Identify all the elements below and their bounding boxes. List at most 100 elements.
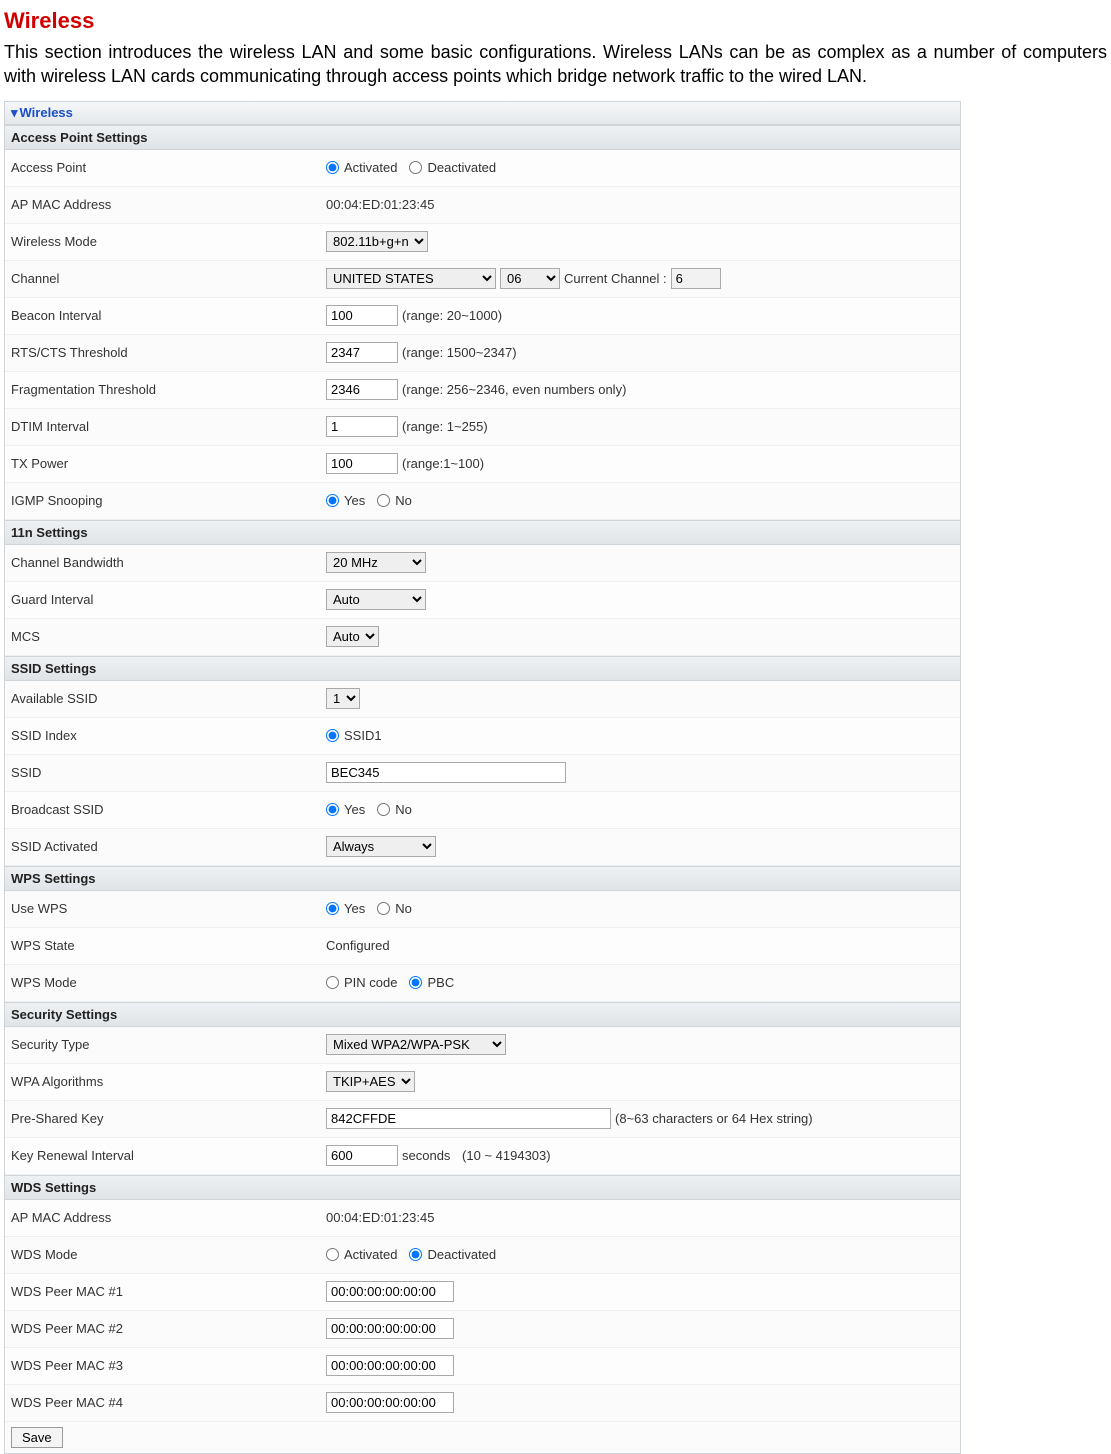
label-wds-peer3: WDS Peer MAC #3 [11, 1358, 326, 1373]
input-frag[interactable] [326, 379, 398, 400]
label-channel: Channel [11, 271, 326, 286]
radio-igmp-yes-input[interactable] [326, 494, 339, 507]
row-access-point: Access Point Activated Deactivated [5, 150, 960, 187]
value-wps-state: Configured [326, 938, 390, 953]
radio-igmp-no[interactable]: No [377, 493, 412, 508]
label-dtim: DTIM Interval [11, 419, 326, 434]
label-sec-type: Security Type [11, 1037, 326, 1052]
row-wpa-alg: WPA Algorithms TKIP+AES [5, 1064, 960, 1101]
panel-title: Wireless [20, 105, 73, 120]
row-wireless-mode: Wireless Mode 802.11b+g+n [5, 224, 960, 261]
select-mcs[interactable]: Auto [326, 626, 379, 647]
row-use-wps: Use WPS Yes No [5, 891, 960, 928]
label-psk: Pre-Shared Key [11, 1111, 326, 1126]
row-avail-ssid: Available SSID 1 [5, 681, 960, 718]
select-gi[interactable]: Auto [326, 589, 426, 610]
input-key-renewal[interactable] [326, 1145, 398, 1166]
label-wds-peer2: WDS Peer MAC #2 [11, 1321, 326, 1336]
radio-ap-activated-input[interactable] [326, 161, 339, 174]
label-wds-peer1: WDS Peer MAC #1 [11, 1284, 326, 1299]
select-channel-number[interactable]: 06 [500, 268, 560, 289]
input-wds-peer1[interactable] [326, 1281, 454, 1302]
row-dtim: DTIM Interval (range: 1~255) [5, 409, 960, 446]
section-header-wds: WDS Settings [5, 1175, 960, 1200]
input-ssid[interactable] [326, 762, 566, 783]
hint-key-renewal: (10 ~ 4194303) [462, 1148, 551, 1163]
row-ap-mac: AP MAC Address 00:04:ED:01:23:45 [5, 187, 960, 224]
label-ap-mac: AP MAC Address [11, 197, 326, 212]
select-channel-country[interactable]: UNITED STATES [326, 268, 496, 289]
wireless-panel: ▾Wireless Access Point Settings Access P… [4, 101, 961, 1454]
select-sec-type[interactable]: Mixed WPA2/WPA-PSK [326, 1034, 506, 1055]
radio-broadcast-yes-input[interactable] [326, 803, 339, 816]
input-wds-peer2[interactable] [326, 1318, 454, 1339]
row-wds-peer2: WDS Peer MAC #2 [5, 1311, 960, 1348]
value-ap-mac: 00:04:ED:01:23:45 [326, 197, 434, 212]
row-gi: Guard Interval Auto [5, 582, 960, 619]
row-frag: Fragmentation Threshold (range: 256~2346… [5, 372, 960, 409]
select-wpa-alg[interactable]: TKIP+AES [326, 1071, 415, 1092]
input-wds-peer3[interactable] [326, 1355, 454, 1376]
radio-wps-pin[interactable]: PIN code [326, 975, 397, 990]
radio-ssid1[interactable]: SSID1 [326, 728, 382, 743]
row-key-renewal: Key Renewal Interval seconds (10 ~ 41943… [5, 1138, 960, 1175]
input-rts[interactable] [326, 342, 398, 363]
select-ssid-activated[interactable]: Always [326, 836, 436, 857]
row-igmp: IGMP Snooping Yes No [5, 483, 960, 520]
select-wireless-mode[interactable]: 802.11b+g+n [326, 231, 428, 252]
select-bw[interactable]: 20 MHz [326, 552, 426, 573]
intro-paragraph: This section introduces the wireless LAN… [4, 40, 1107, 89]
label-wds-peer4: WDS Peer MAC #4 [11, 1395, 326, 1410]
radio-wds-deactivated[interactable]: Deactivated [409, 1247, 496, 1262]
row-rts: RTS/CTS Threshold (range: 1500~2347) [5, 335, 960, 372]
radio-igmp-yes[interactable]: Yes [326, 493, 365, 508]
label-igmp: IGMP Snooping [11, 493, 326, 508]
row-wds-peer3: WDS Peer MAC #3 [5, 1348, 960, 1385]
label-use-wps: Use WPS [11, 901, 326, 916]
label-rts: RTS/CTS Threshold [11, 345, 326, 360]
radio-broadcast-yes[interactable]: Yes [326, 802, 365, 817]
label-bw: Channel Bandwidth [11, 555, 326, 570]
hint-dtim: (range: 1~255) [402, 419, 488, 434]
label-ssid-activated: SSID Activated [11, 839, 326, 854]
input-txpower[interactable] [326, 453, 398, 474]
panel-title-bar[interactable]: ▾Wireless [5, 101, 960, 125]
input-beacon[interactable] [326, 305, 398, 326]
radio-wps-no[interactable]: No [377, 901, 412, 916]
label-current-channel: Current Channel : [564, 271, 667, 286]
radio-wds-deactivated-input[interactable] [409, 1248, 422, 1261]
radio-igmp-no-input[interactable] [377, 494, 390, 507]
radio-access-point-activated[interactable]: Activated [326, 160, 397, 175]
row-broadcast: Broadcast SSID Yes No [5, 792, 960, 829]
label-wds-mode: WDS Mode [11, 1247, 326, 1262]
radio-broadcast-no[interactable]: No [377, 802, 412, 817]
input-psk[interactable] [326, 1108, 611, 1129]
radio-wps-pbc-input[interactable] [409, 976, 422, 989]
radio-broadcast-no-input[interactable] [377, 803, 390, 816]
save-button[interactable]: Save [11, 1427, 63, 1448]
radio-wps-yes[interactable]: Yes [326, 901, 365, 916]
label-gi: Guard Interval [11, 592, 326, 607]
label-key-renewal: Key Renewal Interval [11, 1148, 326, 1163]
select-avail-ssid[interactable]: 1 [326, 688, 360, 709]
input-dtim[interactable] [326, 416, 398, 437]
label-avail-ssid: Available SSID [11, 691, 326, 706]
label-broadcast: Broadcast SSID [11, 802, 326, 817]
value-wds-apmac: 00:04:ED:01:23:45 [326, 1210, 434, 1225]
unit-key-renewal: seconds [402, 1148, 450, 1163]
radio-wps-pbc[interactable]: PBC [409, 975, 454, 990]
row-ssid: SSID [5, 755, 960, 792]
label-wds-apmac: AP MAC Address [11, 1210, 326, 1225]
radio-wps-pin-input[interactable] [326, 976, 339, 989]
label-beacon: Beacon Interval [11, 308, 326, 323]
radio-ssid1-input[interactable] [326, 729, 339, 742]
row-wds-peer1: WDS Peer MAC #1 [5, 1274, 960, 1311]
input-wds-peer4[interactable] [326, 1392, 454, 1413]
radio-wps-yes-input[interactable] [326, 902, 339, 915]
radio-wps-no-input[interactable] [377, 902, 390, 915]
radio-access-point-deactivated[interactable]: Deactivated [409, 160, 496, 175]
radio-ap-deactivated-input[interactable] [409, 161, 422, 174]
radio-wds-activated-input[interactable] [326, 1248, 339, 1261]
label-mcs: MCS [11, 629, 326, 644]
radio-wds-activated[interactable]: Activated [326, 1247, 397, 1262]
